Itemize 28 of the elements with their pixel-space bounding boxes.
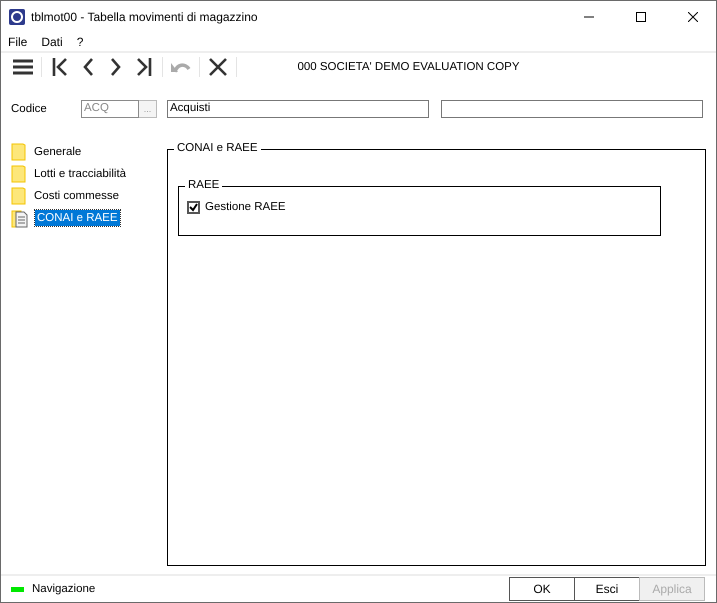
folder-icon (11, 143, 26, 161)
tree-item[interactable]: CONAI e RAEE (35, 210, 120, 226)
menu-item[interactable]: File (8, 34, 28, 48)
description-field[interactable]: Acquisti (167, 100, 429, 118)
document-icon (11, 208, 29, 228)
folder-icon (11, 165, 26, 183)
dialog-button[interactable]: Esci (574, 577, 640, 601)
code-field[interactable]: ACQ (81, 100, 139, 118)
checkbox-label: Gestione RAEE (205, 201, 286, 213)
app-logo-icon (9, 8, 25, 24)
window-title: tblmot00 - Tabella movimenti di magazzino (31, 10, 259, 24)
maximize-icon[interactable] (636, 12, 646, 22)
input-field[interactable] (441, 100, 703, 118)
status-indicator (11, 586, 24, 592)
status-text: Navigazione (32, 583, 96, 595)
tree-item[interactable]: Lotti e tracciabilità (32, 166, 128, 182)
menu-item[interactable]: ? (76, 34, 84, 48)
dialog-button[interactable]: OK (509, 577, 575, 601)
menu-item[interactable]: Dati (41, 34, 63, 48)
tree-item[interactable]: Costi commesse (32, 188, 121, 204)
folder-icon (11, 187, 26, 205)
close-icon[interactable] (688, 12, 698, 22)
group-title: CONAI e RAEE (174, 142, 261, 154)
group-title: RAEE (185, 179, 222, 191)
field-label: Codice (11, 103, 48, 115)
company-name: 000 SOCIETA' DEMO EVALUATION COPY (296, 61, 521, 73)
tree-item[interactable]: Generale (32, 144, 84, 160)
checkbox[interactable] (187, 201, 200, 214)
